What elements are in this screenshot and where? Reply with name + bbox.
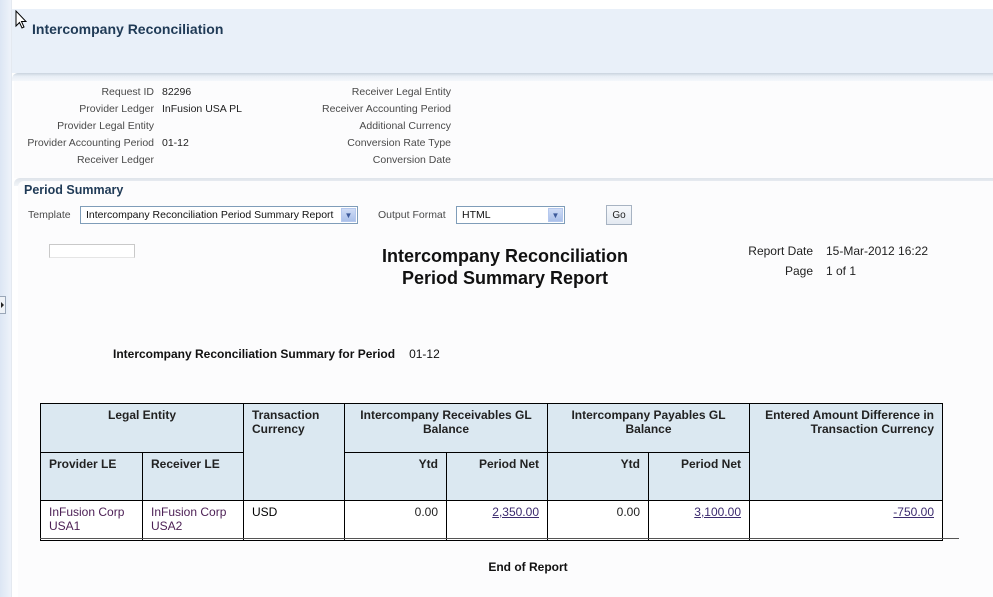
panel-splitter-handle[interactable]	[0, 296, 6, 314]
info-row-additional-currency: Additional Currency	[14, 117, 459, 134]
cell-provider-le: InFusion Corp USA1	[40, 500, 143, 541]
request-info-right: Receiver Legal Entity Receiver Accountin…	[14, 83, 459, 168]
report-date-label: Report Date	[748, 244, 813, 258]
section-title: Period Summary	[24, 183, 124, 197]
page-value: 1 of 1	[826, 264, 857, 278]
cell-receivables-ytd: 0.00	[344, 500, 447, 541]
summary-line: Intercompany Reconciliation Summary for …	[113, 347, 440, 361]
table-underline	[40, 538, 959, 539]
page-title: Intercompany Reconciliation	[32, 21, 224, 37]
info-label: Receiver Accounting Period	[322, 102, 451, 115]
go-button[interactable]: Go	[606, 205, 632, 225]
chevron-down-icon[interactable]: ▼	[341, 208, 356, 222]
template-select-value: Intercompany Reconciliation Period Summa…	[86, 209, 334, 221]
info-label: Receiver Legal Entity	[351, 85, 451, 98]
report-search-input[interactable]	[49, 244, 135, 258]
header-receivables-ytd: Ytd	[344, 452, 447, 501]
page-label: Page	[784, 264, 813, 278]
template-label: Template	[28, 209, 71, 221]
header-payables-period-net: Period Net	[648, 452, 750, 501]
header-receiver-le: Receiver LE	[142, 452, 244, 501]
info-row-receiver-accounting-period: Receiver Accounting Period	[14, 100, 459, 117]
cell-currency: USD	[243, 500, 345, 541]
report-date-value: 15-Mar-2012 16:22	[826, 244, 929, 258]
output-format-select-value: HTML	[462, 209, 491, 221]
summary-label: Intercompany Reconciliation Summary for …	[113, 347, 396, 361]
report-title-line1: Intercompany Reconciliation	[381, 246, 629, 266]
output-format-label: Output Format	[378, 209, 446, 221]
header-provider-le: Provider LE	[40, 452, 143, 501]
info-row-conversion-rate-type: Conversion Rate Type	[14, 134, 459, 151]
payables-period-net-link[interactable]: 3,100.00	[694, 505, 741, 519]
end-of-report: End of Report	[488, 560, 568, 574]
header-divider	[12, 73, 993, 81]
header-receivables-period-net: Period Net	[446, 452, 548, 501]
receivables-period-net-link[interactable]: 2,350.00	[492, 505, 539, 519]
header-entered-amount-difference: Entered Amount Difference in Transaction…	[749, 403, 943, 501]
header-transaction-currency: Transaction Currency	[243, 403, 345, 501]
table-row: InFusion Corp USA1 InFusion Corp USA2 US…	[40, 500, 943, 541]
info-row-conversion-date: Conversion Date	[14, 151, 459, 168]
header-receivables-gl-balance: Intercompany Receivables GL Balance	[344, 403, 548, 453]
cell-receivables-period-net: 2,350.00	[446, 500, 548, 541]
summary-period: 01-12	[409, 347, 440, 361]
report-title: Intercompany Reconciliation Period Summa…	[318, 245, 692, 289]
header-payables-gl-balance: Intercompany Payables GL Balance	[547, 403, 750, 453]
info-label: Additional Currency	[359, 119, 451, 132]
cell-payables-ytd: 0.00	[547, 500, 649, 541]
cell-difference: -750.00	[749, 500, 943, 541]
period-summary-panel: Period Summary Template Intercompany Rec…	[18, 181, 993, 597]
chevron-down-icon[interactable]: ▼	[548, 208, 563, 222]
info-label: Conversion Rate Type	[347, 136, 451, 149]
report-title-line2: Period Summary Report	[401, 268, 609, 288]
header-band: Intercompany Reconciliation	[12, 9, 993, 73]
mouse-cursor-icon	[15, 10, 27, 29]
template-select[interactable]: Intercompany Reconciliation Period Summa…	[80, 206, 358, 224]
left-rail	[0, 0, 12, 597]
info-label: Conversion Date	[372, 153, 451, 166]
info-row-receiver-legal-entity: Receiver Legal Entity	[14, 83, 459, 100]
request-info-panel: Request ID 82296 Provider Ledger InFusio…	[14, 81, 993, 178]
period-summary-table: Legal Entity Transaction Currency Interc…	[40, 403, 943, 541]
difference-link[interactable]: -750.00	[893, 505, 934, 519]
output-format-select[interactable]: HTML ▼	[456, 206, 565, 224]
cell-receiver-le: InFusion Corp USA2	[142, 500, 244, 541]
cell-payables-period-net: 3,100.00	[648, 500, 750, 541]
header-payables-ytd: Ytd	[547, 452, 649, 501]
header-legal-entity: Legal Entity	[40, 403, 244, 453]
